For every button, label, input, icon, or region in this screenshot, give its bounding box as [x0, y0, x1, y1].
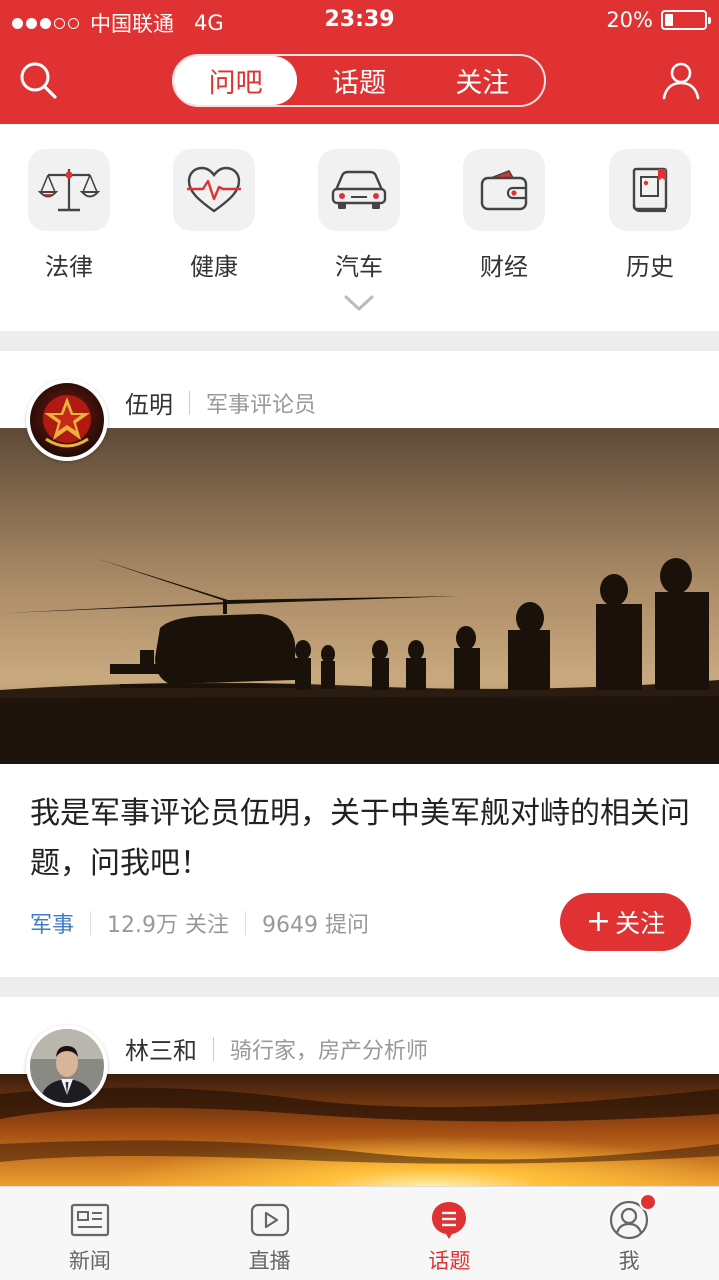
author-role: 骑行家，房产分析师 — [230, 1038, 429, 1064]
tab-following[interactable]: 关注 — [421, 56, 544, 105]
category-auto[interactable]: 汽车 — [318, 149, 400, 282]
top-header: 中国联通 4G 23:39 20% 问吧 话题 关注 — [0, 0, 719, 124]
tab-label: 我 — [618, 1249, 640, 1273]
book-icon — [632, 167, 668, 213]
bottom-tab-bar: 新闻 直播 话题 我 — [0, 1186, 719, 1280]
avatar[interactable] — [26, 379, 108, 461]
header-tab-switcher: 问吧 话题 关注 — [172, 54, 546, 107]
chevron-down-icon[interactable] — [343, 292, 375, 314]
author-name[interactable]: 林三和 — [125, 1031, 197, 1066]
author-role: 军事评论员 — [206, 392, 317, 418]
author-line: 林三和 骑行家，房产分析师 — [125, 1031, 428, 1066]
tab-news[interactable]: 新闻 — [0, 1187, 180, 1280]
heartbeat-icon — [187, 166, 241, 213]
app-root: 中国联通 4G 23:39 20% 问吧 话题 关注 法律 健康 汽车 财经 历… — [0, 0, 719, 1280]
category-history[interactable]: 历史 — [609, 149, 691, 282]
category-label: 财经 — [480, 253, 528, 281]
tab-wenba[interactable]: 问吧 — [174, 56, 298, 105]
notification-badge — [639, 1193, 658, 1211]
plus-icon: + — [585, 904, 612, 939]
battery-percent: 20% — [606, 8, 653, 32]
category-finance[interactable]: 财经 — [463, 149, 545, 282]
avatar[interactable] — [26, 1025, 108, 1107]
battery-area: 20% — [606, 8, 711, 32]
tab-live[interactable]: 直播 — [180, 1187, 360, 1280]
author-name[interactable]: 伍明 — [125, 385, 173, 420]
category-label: 法律 — [45, 253, 93, 281]
battery-icon — [661, 10, 711, 30]
wallet-icon — [480, 170, 528, 211]
card-cover-image[interactable] — [0, 428, 719, 764]
tab-label: 直播 — [248, 1249, 291, 1273]
news-icon — [70, 1203, 109, 1237]
status-bar: 中国联通 4G 23:39 20% — [0, 0, 719, 40]
scales-icon — [38, 169, 100, 212]
category-strip: 法律 健康 汽车 财经 历史 — [0, 124, 719, 331]
category-label: 汽车 — [335, 253, 383, 281]
feed-card[interactable]: 伍明 军事评论员 我是军事评论员伍明，关于中美军舰对峙的相关问题，问我吧！ 军事… — [0, 351, 719, 977]
tab-topics[interactable]: 话题 — [297, 56, 420, 105]
author-line: 伍明 军事评论员 — [125, 385, 316, 420]
category-law[interactable]: 法律 — [28, 149, 110, 282]
tab-label: 话题 — [428, 1249, 471, 1273]
feed-card[interactable]: 林三和 骑行家，房产分析师 — [0, 997, 719, 1187]
tab-label: 新闻 — [68, 1249, 111, 1273]
follow-button[interactable]: + 关注 — [560, 893, 691, 951]
category-health[interactable]: 健康 — [173, 149, 255, 282]
category-label: 健康 — [190, 253, 238, 281]
tab-me[interactable]: 我 — [539, 1187, 719, 1280]
category-label: 历史 — [626, 253, 674, 281]
play-icon — [250, 1203, 289, 1237]
follow-label: 关注 — [615, 909, 666, 938]
card-title[interactable]: 我是军事评论员伍明，关于中美军舰对峙的相关问题，问我吧！ — [30, 789, 690, 889]
topic-chat-icon — [432, 1202, 467, 1239]
tab-topic[interactable]: 话题 — [360, 1187, 540, 1280]
card-meta: 军事 12.9万 关注 9649 提问 — [30, 907, 369, 939]
follower-count: 12.9万 关注 — [107, 913, 229, 938]
card-cover-image[interactable] — [0, 1074, 719, 1187]
search-icon[interactable] — [18, 60, 58, 100]
question-count: 9649 提问 — [262, 913, 369, 938]
car-icon — [331, 170, 387, 209]
user-icon[interactable] — [661, 60, 701, 100]
topic-tag[interactable]: 军事 — [30, 907, 74, 939]
